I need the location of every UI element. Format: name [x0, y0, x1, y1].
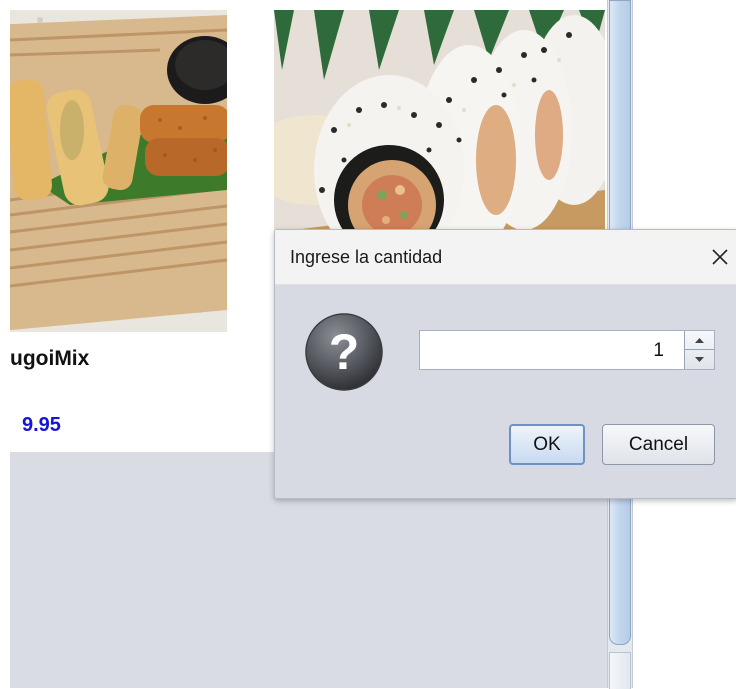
spinner-buttons [684, 331, 714, 369]
close-icon[interactable] [705, 242, 735, 272]
question-icon: ? [304, 312, 384, 392]
cancel-button[interactable]: Cancel [602, 424, 715, 465]
scrollbar-lower-track[interactable] [609, 652, 631, 689]
ok-button[interactable]: OK [509, 424, 585, 465]
food-photo [10, 10, 227, 332]
dialog-titlebar[interactable]: Ingrese la cantidad [275, 230, 736, 285]
quantity-spinner[interactable]: 1 [419, 330, 715, 370]
svg-text:?: ? [329, 324, 360, 380]
product-name: ugoiMix [10, 347, 90, 370]
chevron-up-icon[interactable] [685, 331, 714, 350]
quantity-dialog: Ingrese la cantidad ? 1 OK Cancel [274, 229, 736, 499]
chevron-down-icon[interactable] [685, 350, 714, 369]
dialog-title: Ingrese la cantidad [290, 247, 443, 267]
quantity-input[interactable]: 1 [653, 340, 664, 362]
product-image-ugoimix[interactable] [10, 10, 227, 332]
product-price: 9.95 [22, 414, 61, 436]
